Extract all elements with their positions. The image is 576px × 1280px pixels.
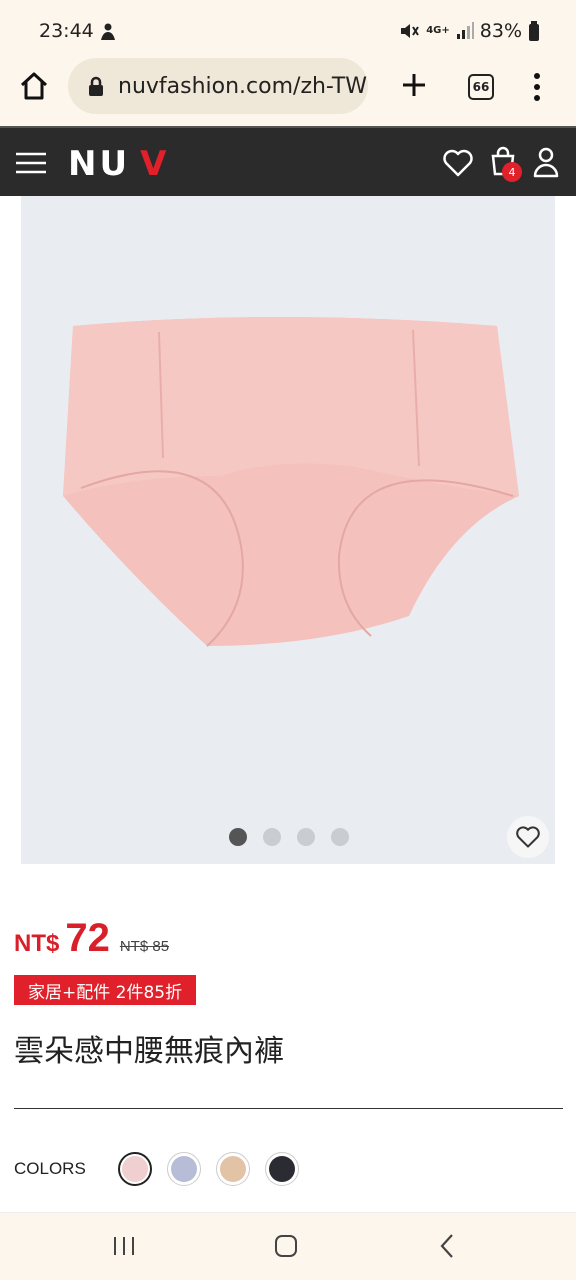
status-bar: 23:44 4G+ 83% [0,0,576,62]
swatch-color [220,1156,246,1182]
site-logo[interactable]: NU V [68,144,169,184]
network-type: 4G+ [426,25,450,36]
hamburger-menu-icon[interactable] [16,152,46,174]
signal-icon [456,22,474,39]
notification-icon [101,23,115,40]
divider [14,1108,563,1109]
url-text: nuvfashion.com/zh-TW [118,73,368,99]
mute-icon [401,24,420,38]
account-icon[interactable] [533,146,559,178]
color-swatch-lavender[interactable] [167,1152,201,1186]
color-swatch-black[interactable] [265,1152,299,1186]
add-to-wishlist-button[interactable] [507,816,549,858]
promo-badge[interactable]: 家居+配件 2件85折 [14,975,197,1005]
color-swatch-pink[interactable] [118,1152,152,1186]
browser-toolbar: nuvfashion.com/zh-TW 66 [0,58,576,126]
product-photo [63,317,519,647]
color-swatch-beige[interactable] [216,1152,250,1186]
swatch-color [171,1156,197,1182]
home-icon[interactable] [18,70,50,102]
system-nav-bar [0,1212,576,1280]
site-header: NU V 4 [0,126,576,196]
lock-icon [89,76,103,96]
carousel-dot[interactable] [331,828,349,846]
heart-icon [516,826,540,848]
status-time: 23:44 [39,20,94,42]
new-tab-icon[interactable] [400,71,428,99]
logo-v: V [140,144,170,184]
wishlist-icon[interactable] [442,148,474,178]
cart-count-badge: 4 [502,162,522,182]
battery-icon [529,21,539,41]
tab-switcher-button[interactable]: 66 [468,74,494,100]
carousel-dots [229,828,349,846]
price-row: NT$ 72 NT$ 85 [14,916,169,961]
product-title: 雲朵感中腰無痕內褲 [14,1034,284,1069]
carousel-dot[interactable] [297,828,315,846]
battery-percent: 83% [479,20,522,42]
logo-nu: NU [68,144,131,184]
swatch-color [122,1156,148,1182]
original-price: NT$ 85 [119,938,170,955]
address-bar[interactable]: nuvfashion.com/zh-TW [68,58,368,114]
carousel-dot[interactable] [229,828,247,846]
back-icon[interactable] [438,1233,456,1259]
price-currency: NT$ [14,930,60,957]
more-menu-icon[interactable] [533,72,541,102]
carousel-dot[interactable] [263,828,281,846]
recent-apps-icon[interactable] [112,1235,136,1257]
product-image-gallery[interactable] [21,196,555,864]
home-button-icon[interactable] [274,1233,298,1259]
sale-price: 72 [65,916,110,960]
colors-label: COLORS [14,1159,86,1178]
swatch-color [269,1156,295,1182]
